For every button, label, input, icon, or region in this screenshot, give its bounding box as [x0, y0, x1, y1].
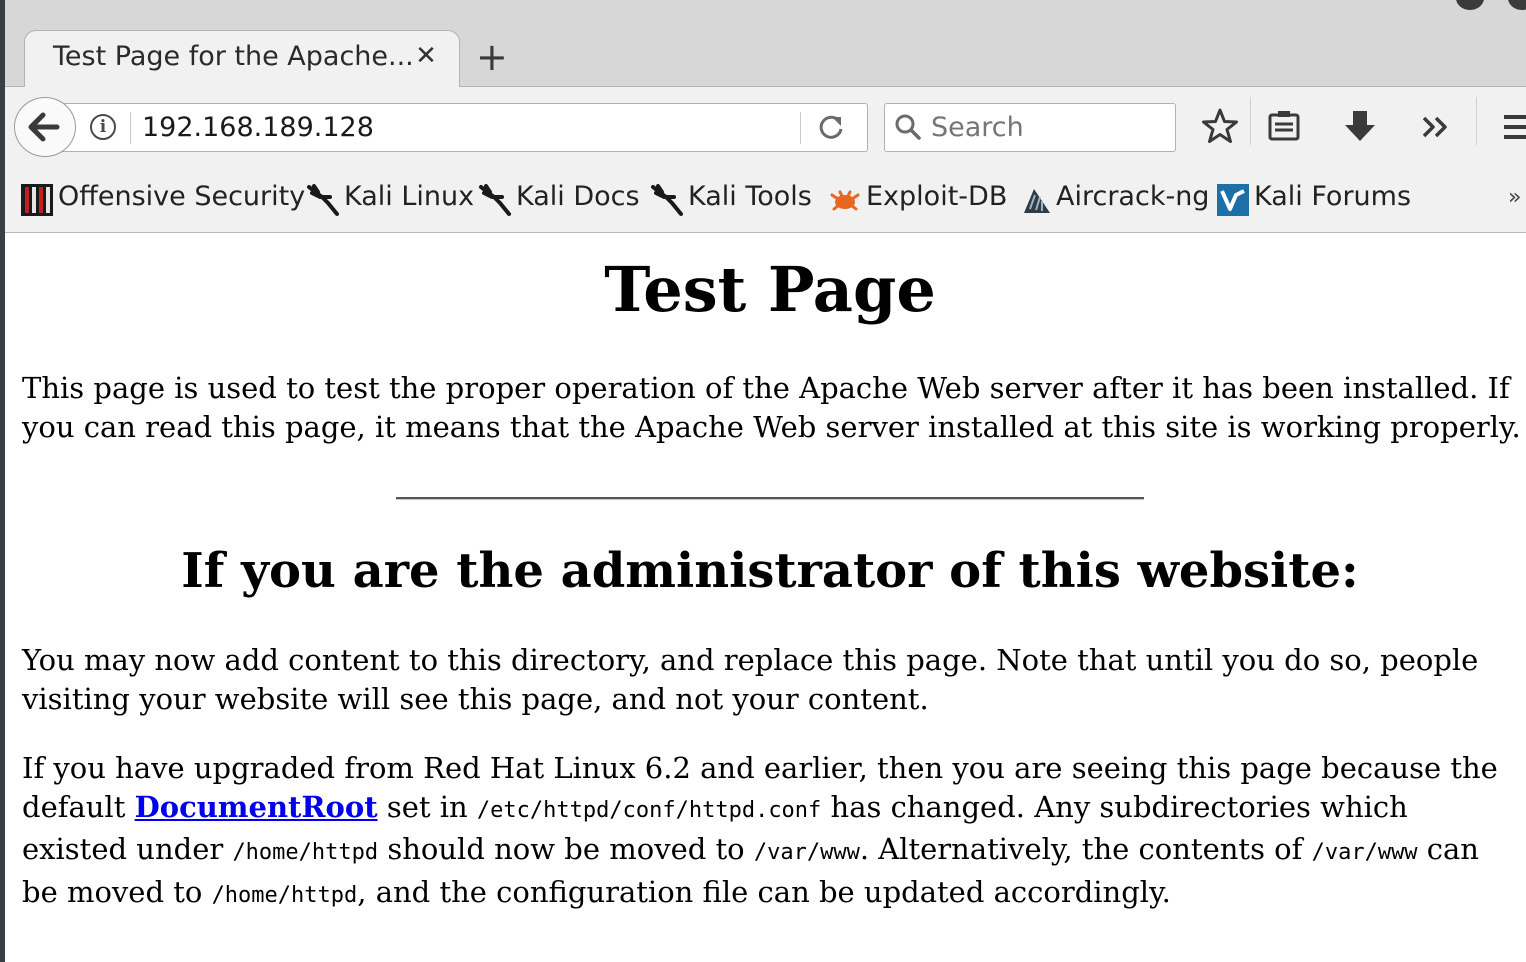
- path-httpd-conf: /etc/httpd/conf/httpd.conf: [476, 797, 822, 823]
- upgrade-paragraph: If you have upgraded from Red Hat Linux …: [22, 749, 1522, 915]
- bookmark-offensive-security[interactable]: Offensive Security: [20, 181, 305, 217]
- admin-paragraph: You may now add content to this director…: [22, 643, 1479, 716]
- horizontal-rule: [396, 497, 1144, 500]
- path-var-www: /var/www: [753, 840, 860, 865]
- bookmark-star-icon[interactable]: [1198, 105, 1242, 149]
- hamburger-menu-icon[interactable]: [1500, 105, 1526, 149]
- window-control-minimize[interactable]: [1456, 0, 1484, 10]
- url-divider: [130, 112, 131, 144]
- upgrade-text: , and the configuration file can be upda…: [357, 874, 1171, 909]
- path-home-httpd: /home/httpd: [232, 840, 379, 865]
- window-control-close[interactable]: [1508, 0, 1526, 10]
- aircrack-icon: [1024, 189, 1050, 213]
- reading-list-icon[interactable]: [1262, 105, 1306, 149]
- bookmark-kali-forums[interactable]: Kali Forums: [1216, 181, 1412, 217]
- intro-paragraph: This page is used to test the proper ope…: [22, 371, 1521, 444]
- path-home-httpd: /home/httpd: [211, 882, 358, 908]
- kali-dragon-icon: [307, 184, 339, 216]
- download-icon[interactable]: [1338, 105, 1382, 149]
- url-bar[interactable]: i 192.168.189.128: [60, 103, 868, 152]
- documentroot-link[interactable]: DocumentRoot: [135, 790, 378, 824]
- navigation-bar: i 192.168.189.128 Search: [0, 87, 1526, 167]
- new-tab-icon[interactable]: +: [476, 38, 508, 76]
- exploit-db-icon: [830, 190, 860, 211]
- bookmark-label: Kali Linux: [344, 181, 475, 212]
- kali-dragon-icon: [479, 184, 511, 216]
- toolbar-divider: [1250, 97, 1251, 145]
- close-tab-icon[interactable]: ✕: [413, 43, 439, 69]
- bookmark-aircrack-ng[interactable]: Aircrack-ng: [1020, 181, 1210, 217]
- page-content: Test Page This page is used to test the …: [0, 233, 1526, 962]
- search-input[interactable]: Search: [931, 112, 1024, 143]
- offensive-security-icon: [21, 184, 53, 216]
- url-input[interactable]: 192.168.189.128: [142, 112, 374, 143]
- upgrade-text: set in: [377, 789, 477, 824]
- bookmark-label: Kali Docs: [516, 181, 640, 212]
- bookmark-exploit-db[interactable]: Exploit-DB: [828, 181, 1008, 217]
- site-info-icon[interactable]: i: [90, 114, 116, 140]
- reload-icon[interactable]: [810, 110, 854, 146]
- tab-title: Test Page for the Apache...: [53, 41, 414, 72]
- bookmark-label: Kali Tools: [688, 181, 812, 212]
- bookmark-label: Offensive Security: [58, 181, 306, 212]
- tab-strip: Test Page for the Apache... ✕ +: [0, 0, 1526, 87]
- url-divider: [800, 112, 801, 144]
- search-bar[interactable]: Search: [884, 103, 1176, 152]
- bookmark-label: Exploit-DB: [866, 181, 1008, 212]
- bookmark-kali-docs[interactable]: Kali Docs: [478, 181, 640, 217]
- upgrade-text: . Alternatively, the contents of: [859, 832, 1312, 866]
- bookmark-label: Kali Forums: [1254, 181, 1412, 212]
- bookmark-kali-tools[interactable]: Kali Tools: [650, 181, 816, 217]
- tab-active[interactable]: Test Page for the Apache... ✕: [24, 30, 460, 87]
- window-left-edge: [0, 0, 5, 962]
- back-button[interactable]: [14, 97, 76, 157]
- page-title: Test Page: [604, 253, 936, 326]
- bookmark-kali-linux[interactable]: Kali Linux: [306, 181, 474, 217]
- back-arrow-icon: [28, 112, 60, 142]
- overflow-chevron-icon[interactable]: [1414, 105, 1458, 149]
- path-var-www: /var/www: [1311, 840, 1418, 865]
- bookmark-label: Aircrack-ng: [1056, 181, 1210, 212]
- toolbar-divider: [1476, 97, 1477, 145]
- kali-forums-icon: [1217, 184, 1249, 216]
- upgrade-text: should now be moved to: [378, 832, 754, 866]
- admin-heading: If you are the administrator of this web…: [181, 543, 1359, 599]
- bookmarks-toolbar: Offensive Security Kali Linux Kali Docs …: [0, 167, 1526, 233]
- search-icon: [895, 114, 921, 140]
- bookmarks-overflow-icon[interactable]: »: [1508, 185, 1521, 210]
- kali-dragon-icon: [651, 184, 683, 216]
